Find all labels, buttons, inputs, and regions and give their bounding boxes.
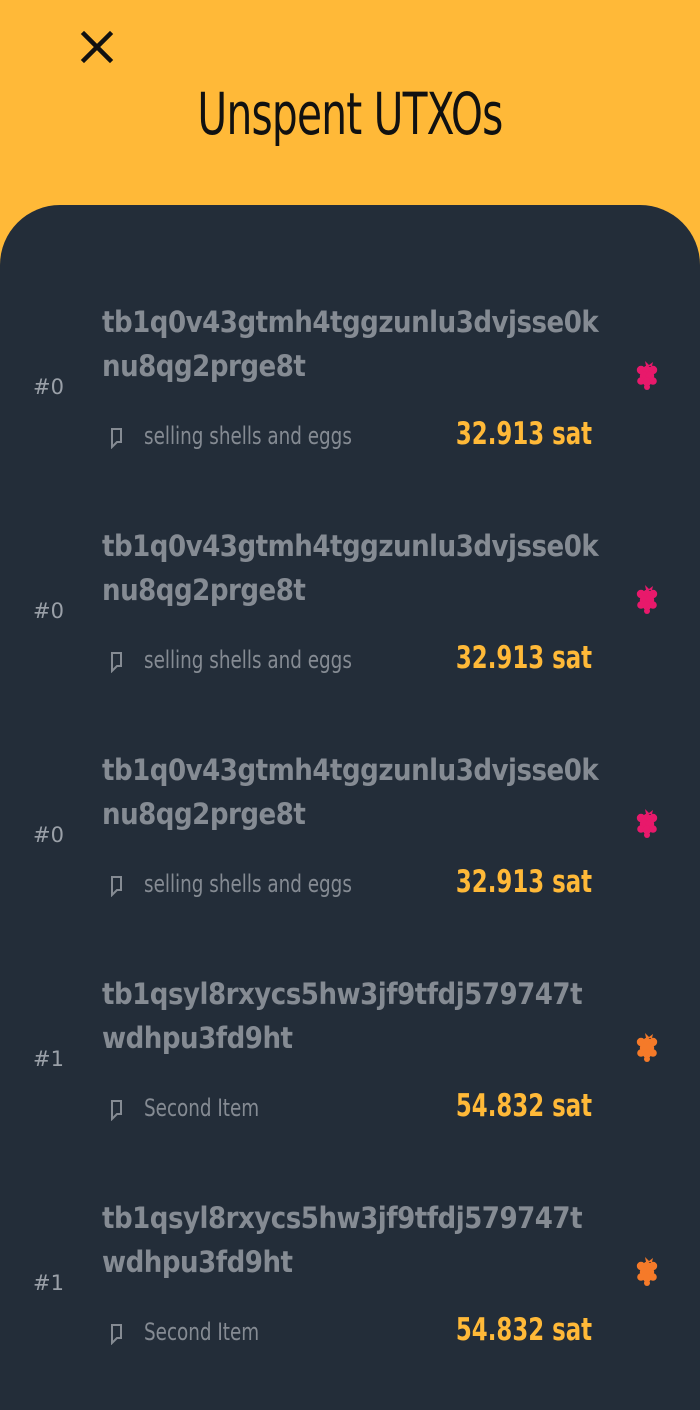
utxo-address: tb1qsyl8rxycs5hw3jf9tfdj579747twdhpu3fd9…: [102, 1201, 583, 1279]
tag-icon: [111, 1100, 122, 1121]
utxo-list-panel: #0 tb1q0v43gtmh4tggzunlu3dvjsse0knu8qg2p…: [0, 205, 700, 1410]
utxo-address: tb1q0v43gtmh4tggzunlu3dvjsse0knu8qg2prge…: [102, 753, 599, 831]
utxo-label: selling shells and eggs: [144, 422, 352, 450]
grape-icon: [636, 809, 658, 838]
utxo-index: #1: [33, 1271, 64, 1295]
grape-icon: [636, 1257, 658, 1286]
utxo-amount: 54.832 sat: [455, 1088, 592, 1124]
close-button[interactable]: [74, 24, 120, 70]
tag-icon: [111, 1324, 122, 1345]
utxo-amount: 54.832 sat: [455, 1312, 592, 1348]
utxo-label: Second Item: [144, 1318, 260, 1346]
page-title: Unspent UTXOs: [197, 80, 503, 148]
utxo-label: Second Item: [144, 1094, 260, 1122]
tag-icon: [111, 652, 122, 673]
utxo-index: #1: [33, 1047, 64, 1071]
grape-icon: [636, 585, 658, 614]
utxo-index: #0: [33, 599, 64, 623]
utxo-address: tb1q0v43gtmh4tggzunlu3dvjsse0knu8qg2prge…: [102, 305, 599, 383]
grape-icon: [636, 1033, 658, 1062]
utxo-item[interactable]: #0 tb1q0v43gtmh4tggzunlu3dvjsse0knu8qg2p…: [0, 524, 700, 748]
tag-icon: [111, 876, 122, 897]
close-icon: [80, 30, 114, 64]
utxo-item[interactable]: #0 tb1q0v43gtmh4tggzunlu3dvjsse0knu8qg2p…: [0, 300, 700, 524]
utxo-item[interactable]: #1 tb1qsyl8rxycs5hw3jf9tfdj579747twdhpu3…: [0, 972, 700, 1196]
utxo-index: #0: [33, 375, 64, 399]
utxo-amount: 32.913 sat: [455, 416, 592, 452]
utxo-address: tb1qsyl8rxycs5hw3jf9tfdj579747twdhpu3fd9…: [102, 977, 583, 1055]
utxo-item[interactable]: #0 tb1q0v43gtmh4tggzunlu3dvjsse0knu8qg2p…: [0, 748, 700, 972]
utxo-amount: 32.913 sat: [455, 640, 592, 676]
utxo-index: #0: [33, 823, 64, 847]
utxo-label: selling shells and eggs: [144, 646, 352, 674]
grape-icon: [636, 361, 658, 390]
utxo-amount: 32.913 sat: [455, 864, 592, 900]
utxo-label: selling shells and eggs: [144, 870, 352, 898]
utxo-item[interactable]: #1 tb1qsyl8rxycs5hw3jf9tfdj579747twdhpu3…: [0, 1196, 700, 1410]
utxo-address: tb1q0v43gtmh4tggzunlu3dvjsse0knu8qg2prge…: [102, 529, 599, 607]
header: Unspent UTXOs: [0, 0, 700, 230]
tag-icon: [111, 428, 122, 449]
